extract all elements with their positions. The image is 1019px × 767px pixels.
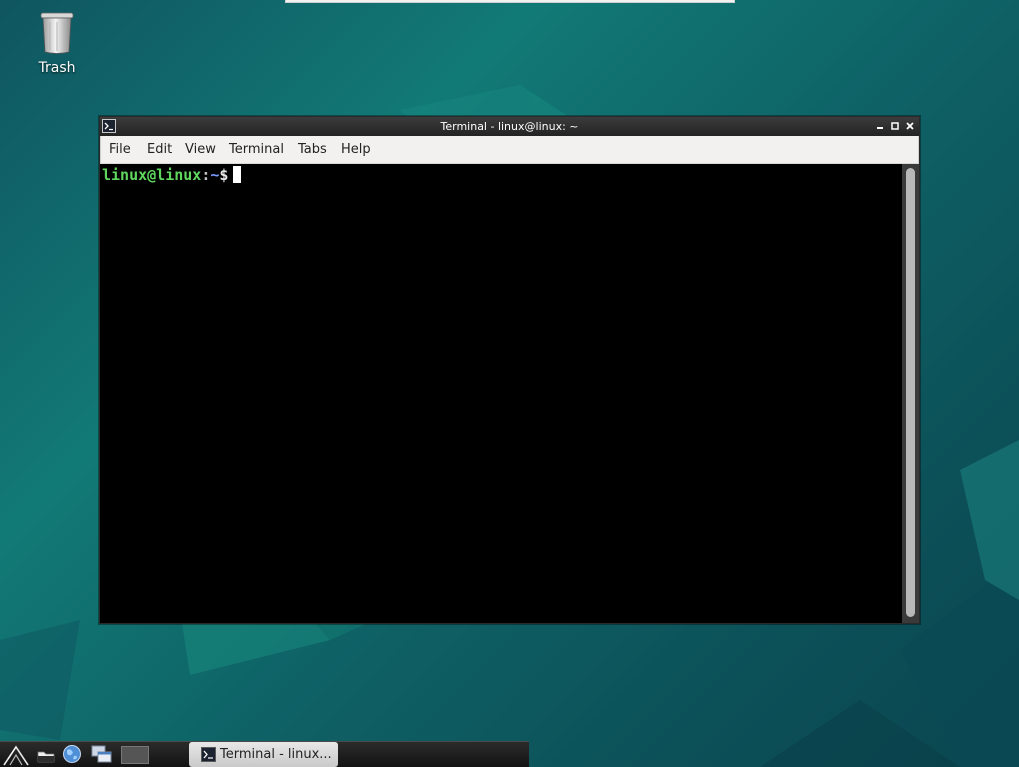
maximize-icon[interactable]	[888, 119, 902, 133]
top-panel-edge	[285, 0, 735, 3]
workspace-switcher-icon[interactable]	[121, 746, 149, 767]
menubar: File Edit View Terminal Tabs Help	[100, 136, 919, 164]
terminal-output[interactable]: linux@linux:~$	[100, 164, 902, 623]
scrollbar-thumb[interactable]	[906, 168, 915, 617]
terminal-icon	[201, 747, 216, 762]
file-manager-icon[interactable]	[37, 746, 55, 767]
start-menu-icon[interactable]	[2, 743, 30, 767]
prompt-user-host: linux@linux	[102, 166, 202, 184]
close-icon[interactable]	[903, 119, 917, 133]
menu-terminal[interactable]: Terminal	[229, 142, 284, 157]
text-cursor	[233, 166, 242, 183]
menu-file[interactable]: File	[109, 142, 131, 157]
menu-edit[interactable]: Edit	[147, 142, 172, 157]
show-desktop-icon[interactable]	[91, 745, 113, 767]
menu-tabs[interactable]: Tabs	[298, 142, 327, 157]
menu-view[interactable]: View	[185, 142, 216, 157]
prompt-line: linux@linux:~$	[102, 165, 242, 185]
window-titlebar[interactable]: Terminal - linux@linux: ~	[100, 117, 919, 136]
prompt-symbol: $	[219, 166, 229, 184]
window-title: Terminal - linux@linux: ~	[440, 120, 579, 133]
desktop-icon-trash[interactable]: Trash	[28, 10, 86, 76]
desktop: Trash Terminal - linux@linux: ~ File Edi…	[0, 0, 1019, 767]
terminal-window: Terminal - linux@linux: ~ File Edit View…	[99, 116, 920, 624]
taskbar-task-terminal[interactable]: Terminal - linux...	[189, 742, 338, 767]
trash-icon	[28, 10, 86, 56]
scrollbar[interactable]	[902, 164, 919, 623]
taskbar-task-label: Terminal - linux...	[220, 747, 332, 762]
desktop-icon-label: Trash	[38, 60, 76, 76]
taskbar: Terminal - linux...	[0, 741, 529, 767]
menu-help[interactable]: Help	[341, 142, 371, 157]
minimize-icon[interactable]	[873, 119, 887, 133]
web-browser-icon[interactable]	[62, 744, 82, 767]
